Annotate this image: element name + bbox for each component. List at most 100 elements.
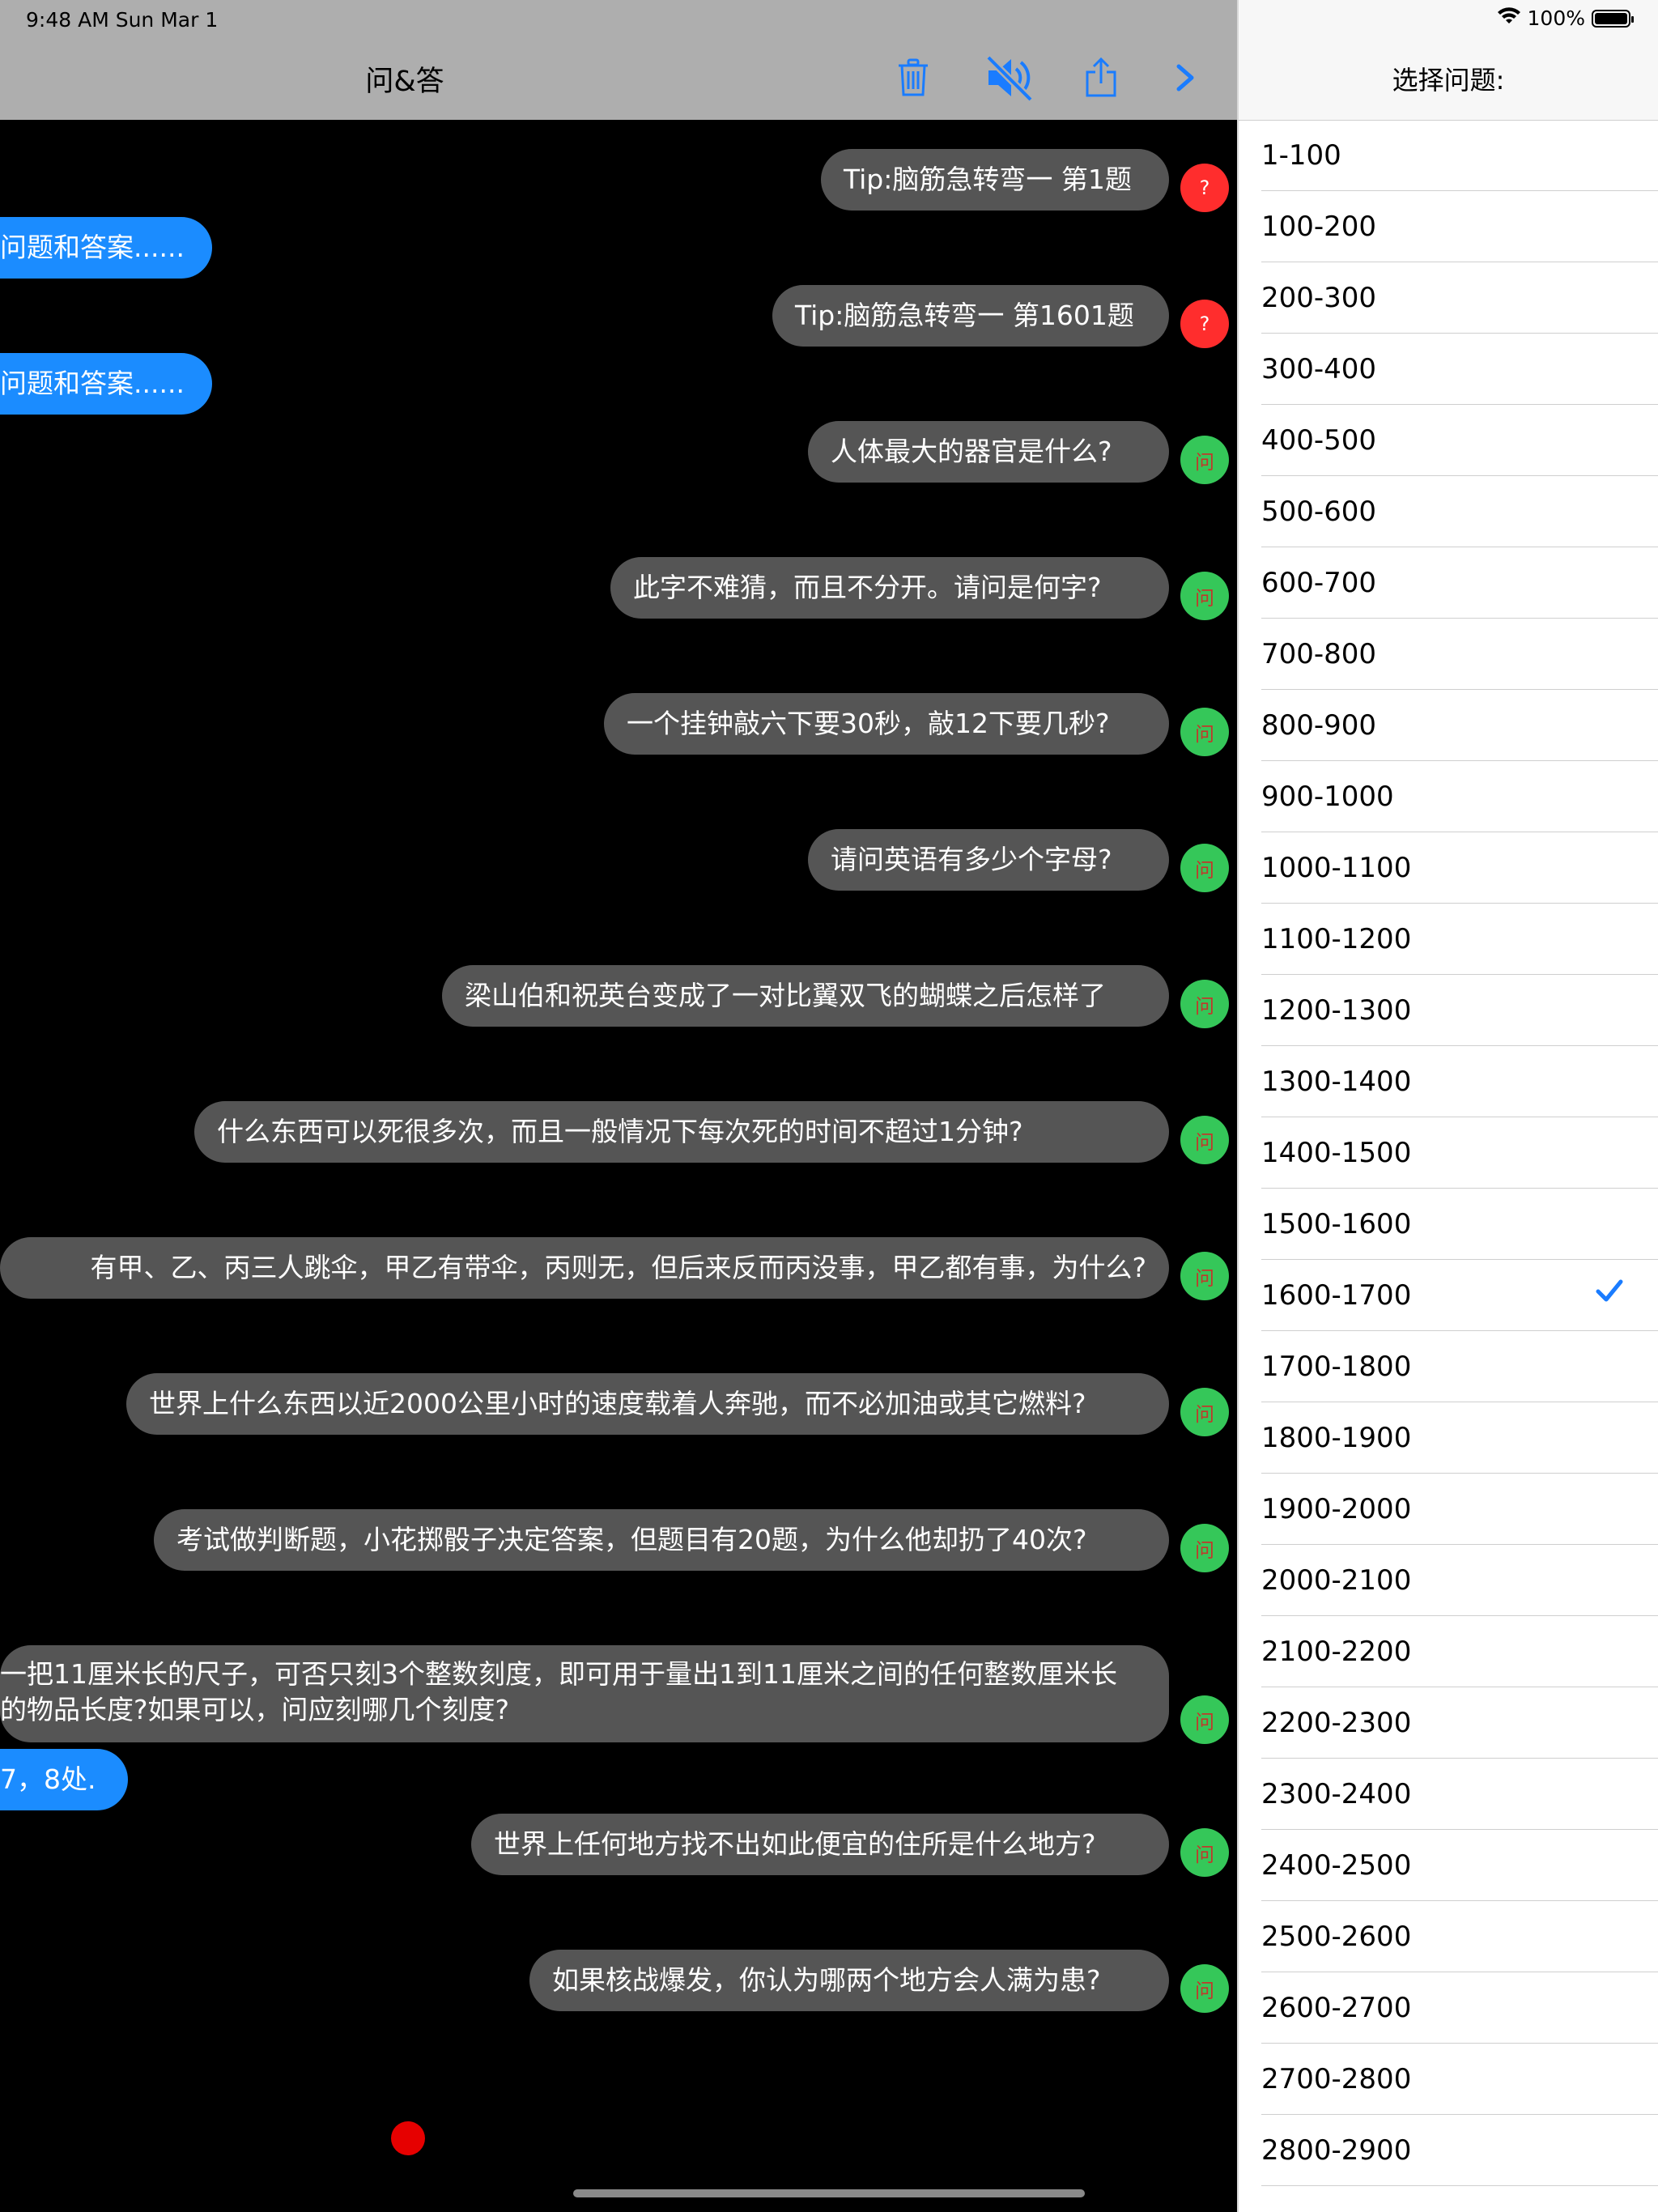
question-message[interactable]: 此字不难猜，而且不分开。请问是何字? 问	[0, 557, 1237, 620]
next-button[interactable]	[1161, 52, 1209, 104]
range-item-label: 1-100	[1261, 139, 1341, 172]
range-item[interactable]: 2100-2200	[1239, 1616, 1658, 1687]
question-message[interactable]: 考试做判断题，小花掷骰子决定答案，但题目有20题，为什么他却扔了40次? 问	[0, 1509, 1237, 1572]
question-bubble[interactable]: 有甲、乙、丙三人跳伞，甲乙有带伞，丙则无，但后来反而丙没事，甲乙都有事，为什么?	[0, 1237, 1169, 1299]
mute-button[interactable]	[981, 52, 1038, 104]
chat-panel: 问&答 Tip:脑筋急转弯一 第1题 ? 问题和答案...... Tip:脑筋急…	[0, 0, 1237, 2212]
range-item[interactable]: 2200-2300	[1239, 1687, 1658, 1759]
question-bubble[interactable]: 考试做判断题，小花掷骰子决定答案，但题目有20题，为什么他却扔了40次?	[154, 1509, 1169, 1571]
question-bubble[interactable]: 人体最大的器官是什么?	[808, 421, 1169, 483]
range-item[interactable]: 1-100	[1239, 120, 1658, 191]
answer-message[interactable]: 问题和答案......	[0, 353, 1237, 415]
range-item-label: 2100-2200	[1261, 1636, 1412, 1668]
range-item[interactable]: 2500-2600	[1239, 1901, 1658, 1972]
question-bubble[interactable]: Tip:脑筋急转弯一 第1601题	[772, 285, 1169, 347]
share-button[interactable]	[1077, 52, 1125, 104]
bubble-text: 世界上什么东西以近2000公里小时的速度载着人奔驰，而不必加油或其它燃料?	[149, 1388, 1086, 1419]
question-avatar-icon: 问	[1180, 572, 1229, 620]
range-item[interactable]: 1500-1600	[1239, 1189, 1658, 1260]
question-message[interactable]: 如果核战爆发，你认为哪两个地方会人满为患? 问	[0, 1950, 1237, 2013]
wifi-icon	[1497, 6, 1521, 30]
range-item-label: 300-400	[1261, 353, 1377, 385]
question-message[interactable]: 世界上什么东西以近2000公里小时的速度载着人奔驰，而不必加油或其它燃料? 问	[0, 1373, 1237, 1436]
range-item[interactable]: 2300-2400	[1239, 1759, 1658, 1830]
range-item-label: 2000-2100	[1261, 1564, 1412, 1597]
range-item-label: 1700-1800	[1261, 1351, 1412, 1383]
range-item[interactable]: 600-700	[1239, 547, 1658, 619]
range-item-label: 500-600	[1261, 496, 1377, 528]
range-item[interactable]: 800-900	[1239, 690, 1658, 761]
range-item[interactable]: 1600-1700	[1239, 1260, 1658, 1331]
question-bubble[interactable]: 此字不难猜，而且不分开。请问是何字?	[610, 557, 1169, 619]
battery-icon	[1592, 9, 1634, 28]
speaker-muted-icon	[985, 54, 1034, 101]
floating-record-dot[interactable]	[391, 2121, 425, 2155]
range-item[interactable]: 400-500	[1239, 405, 1658, 476]
question-bubble[interactable]: 如果核战爆发，你认为哪两个地方会人满为患?	[529, 1950, 1169, 2011]
answer-bubble[interactable]: 7，8处.	[0, 1749, 128, 1810]
question-message[interactable]: 梁山伯和祝英台变成了一对比翼双飞的蝴蝶之后怎样了 问	[0, 965, 1237, 1028]
range-item-label: 200-300	[1261, 282, 1377, 314]
range-item[interactable]: 1100-1200	[1239, 904, 1658, 975]
home-indicator[interactable]	[573, 2189, 1085, 2197]
question-bubble[interactable]: 梁山伯和祝英台变成了一对比翼双飞的蝴蝶之后怎样了	[442, 965, 1169, 1027]
bubble-text-line-1: 一把11厘米长的尺子，可否只刻3个整数刻度，即可用于量出1到11厘米之间的任何整…	[0, 1658, 1117, 1690]
question-bubble[interactable]: 什么东西可以死很多次，而且一般情况下每次死的时间不超过1分钟?	[194, 1101, 1169, 1163]
range-item[interactable]: 500-600	[1239, 476, 1658, 547]
trash-button[interactable]	[889, 52, 937, 104]
question-message[interactable]: 人体最大的器官是什么? 问	[0, 421, 1237, 484]
question-bubble[interactable]: 请问英语有多少个字母?	[808, 829, 1169, 891]
range-item[interactable]: 300-400	[1239, 334, 1658, 405]
range-item-label: 1900-2000	[1261, 1493, 1412, 1525]
range-item[interactable]: 200-300	[1239, 262, 1658, 334]
tip-avatar-icon: ?	[1180, 300, 1229, 348]
question-bubble[interactable]: Tip:脑筋急转弯一 第1题	[821, 149, 1169, 211]
question-avatar-icon: 问	[1180, 708, 1229, 756]
range-item[interactable]: 2700-2800	[1239, 2044, 1658, 2115]
nav-title: 问&答	[365, 66, 444, 98]
range-item[interactable]: 1200-1300	[1239, 975, 1658, 1046]
range-item[interactable]: 100-200	[1239, 191, 1658, 262]
question-message[interactable]: 有甲、乙、丙三人跳伞，甲乙有带伞，丙则无，但后来反而丙没事，甲乙都有事，为什么?…	[0, 1237, 1237, 1300]
range-item[interactable]: 1300-1400	[1239, 1046, 1658, 1117]
question-bubble[interactable]: 世界上什么东西以近2000公里小时的速度载着人奔驰，而不必加油或其它燃料?	[126, 1373, 1169, 1435]
range-item[interactable]: 2800-2900	[1239, 2115, 1658, 2186]
range-item[interactable]: 1400-1500	[1239, 1117, 1658, 1189]
question-message[interactable]: 世界上任何地方找不出如此便宜的住所是什么地方? 问	[0, 1814, 1237, 1877]
range-item[interactable]: 1800-1900	[1239, 1402, 1658, 1474]
bubble-text: 7，8处.	[0, 1763, 96, 1795]
question-bubble[interactable]: 一把11厘米长的尺子，可否只刻3个整数刻度，即可用于量出1到11厘米之间的任何整…	[0, 1645, 1169, 1742]
answer-bubble[interactable]: 问题和答案......	[0, 353, 212, 415]
range-item[interactable]: 1700-1800	[1239, 1331, 1658, 1402]
range-item-label: 700-800	[1261, 638, 1377, 670]
bubble-text: 此字不难猜，而且不分开。请问是何字?	[633, 572, 1102, 603]
answer-message[interactable]: 问题和答案......	[0, 217, 1237, 279]
range-item[interactable]: 2400-2500	[1239, 1830, 1658, 1901]
question-message[interactable]: 请问英语有多少个字母? 问	[0, 829, 1237, 892]
range-item[interactable]: 700-800	[1239, 619, 1658, 690]
question-bubble[interactable]: 一个挂钟敲六下要30秒，敲12下要几秒?	[604, 693, 1169, 755]
question-message[interactable]: 一把11厘米长的尺子，可否只刻3个整数刻度，即可用于量出1到11厘米之间的任何整…	[0, 1645, 1237, 1744]
status-indicators: 100%	[1497, 6, 1634, 30]
range-list[interactable]: 1-100 100-200 200-300 300-400 400-500 500-600…	[1239, 120, 1658, 2186]
range-item[interactable]: 900-1000	[1239, 761, 1658, 832]
question-bubble[interactable]: 世界上任何地方找不出如此便宜的住所是什么地方?	[471, 1814, 1169, 1875]
question-message[interactable]: 什么东西可以死很多次，而且一般情况下每次死的时间不超过1分钟? 问	[0, 1101, 1237, 1164]
range-item-label: 2800-2900	[1261, 2134, 1412, 2167]
question-message[interactable]: Tip:脑筋急转弯一 第1601题?	[0, 285, 1237, 348]
range-item[interactable]: 1900-2000	[1239, 1474, 1658, 1545]
question-message[interactable]: Tip:脑筋急转弯一 第1题?	[0, 149, 1237, 212]
range-item-label: 800-900	[1261, 709, 1377, 742]
bubble-text: 人体最大的器官是什么?	[831, 436, 1112, 467]
picker-title: 选择问题:	[1392, 65, 1505, 96]
range-item[interactable]: 2000-2100	[1239, 1545, 1658, 1616]
range-item-label: 1600-1700	[1261, 1279, 1412, 1312]
question-message[interactable]: 一个挂钟敲六下要30秒，敲12下要几秒? 问	[0, 693, 1237, 756]
bubble-text: Tip:脑筋急转弯一 第1题	[844, 164, 1132, 195]
answer-message[interactable]: 7，8处.	[0, 1749, 1237, 1810]
question-avatar-icon: 问	[1180, 1524, 1229, 1572]
range-item[interactable]: 1000-1100	[1239, 832, 1658, 904]
range-item[interactable]: 2600-2700	[1239, 1972, 1658, 2044]
chat-list[interactable]: Tip:脑筋急转弯一 第1题? 问题和答案...... Tip:脑筋急转弯一 第16…	[0, 120, 1237, 2212]
answer-bubble[interactable]: 问题和答案......	[0, 217, 212, 279]
